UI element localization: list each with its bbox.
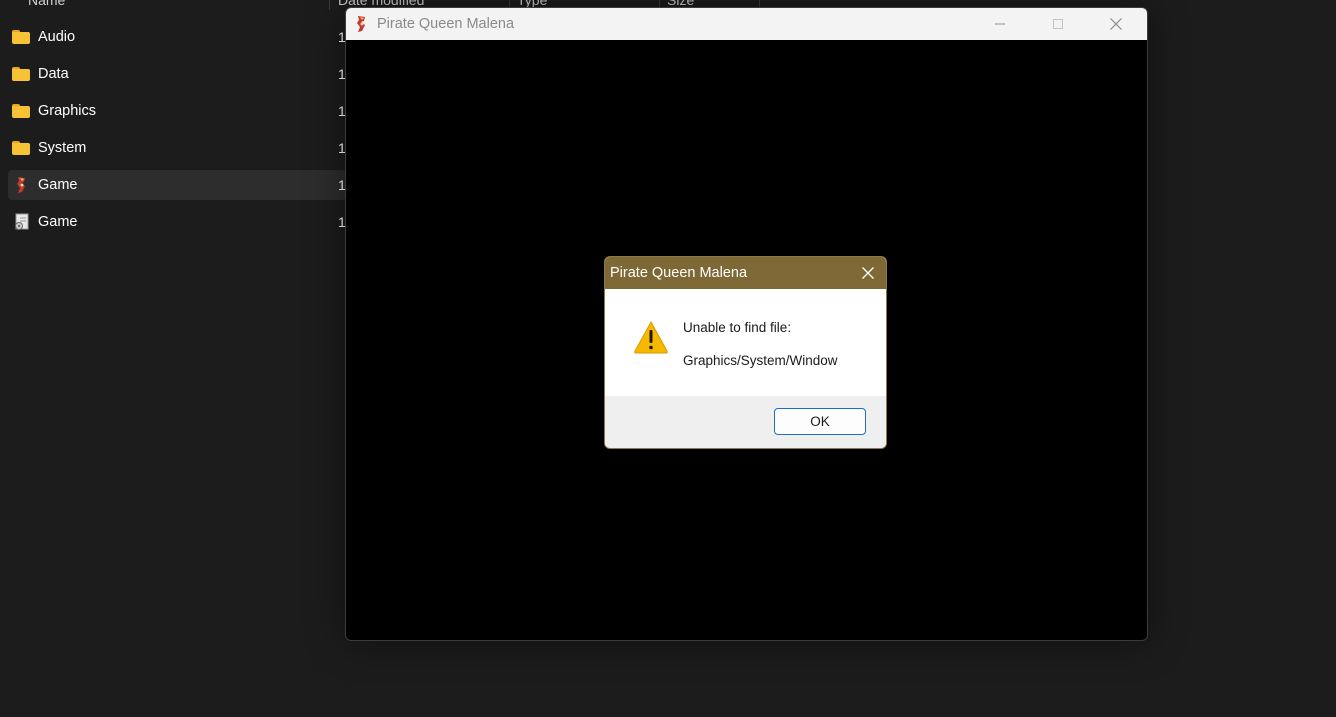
close-icon [1110,18,1122,30]
file-row-system[interactable]: System 1 [8,133,346,163]
file-name: Audio [38,29,76,45]
file-name: System [38,140,87,156]
maximize-icon [1053,19,1063,29]
config-file-icon [12,212,32,232]
minimize-button[interactable] [971,8,1029,40]
dialog-close-button[interactable] [858,263,878,283]
error-dialog: Pirate Queen Malena Unable to find file:… [604,256,887,449]
file-row-audio[interactable]: Audio 1 [8,22,346,52]
minimize-icon [995,23,1005,25]
close-icon [862,267,874,279]
ok-button[interactable]: OK [774,408,866,435]
column-header-name[interactable]: Name [28,0,65,8]
folder-icon [12,138,32,158]
file-name: Game [38,214,78,230]
error-file-path: Graphics/System/Window [683,353,838,368]
dialog-footer: OK [605,396,886,448]
dialog-title: Pirate Queen Malena [610,265,748,281]
file-name: Game [38,177,78,193]
dialog-body: Unable to find file: Graphics/System/Win… [605,289,886,396]
column-divider[interactable] [329,0,330,10]
window-title: Pirate Queen Malena [377,16,515,32]
dialog-titlebar[interactable]: Pirate Queen Malena [605,257,886,289]
folder-icon [12,27,32,47]
file-name: Data [38,66,69,82]
game-app-icon [12,175,32,195]
file-name: Graphics [38,103,97,119]
folder-icon [12,101,32,121]
maximize-button[interactable] [1029,8,1087,40]
file-row-graphics[interactable]: Graphics 1 [8,96,346,126]
file-row-data[interactable]: Data 1 [8,59,346,89]
file-row-game-exe[interactable]: Game 1 [8,170,346,200]
error-message: Unable to find file: [683,320,792,335]
warning-icon [633,320,669,354]
folder-icon [12,64,32,84]
close-button[interactable] [1087,8,1145,40]
game-app-icon [352,14,372,34]
game-titlebar[interactable]: Pirate Queen Malena [346,8,1147,40]
file-row-game-config[interactable]: Game 1 [8,207,346,237]
